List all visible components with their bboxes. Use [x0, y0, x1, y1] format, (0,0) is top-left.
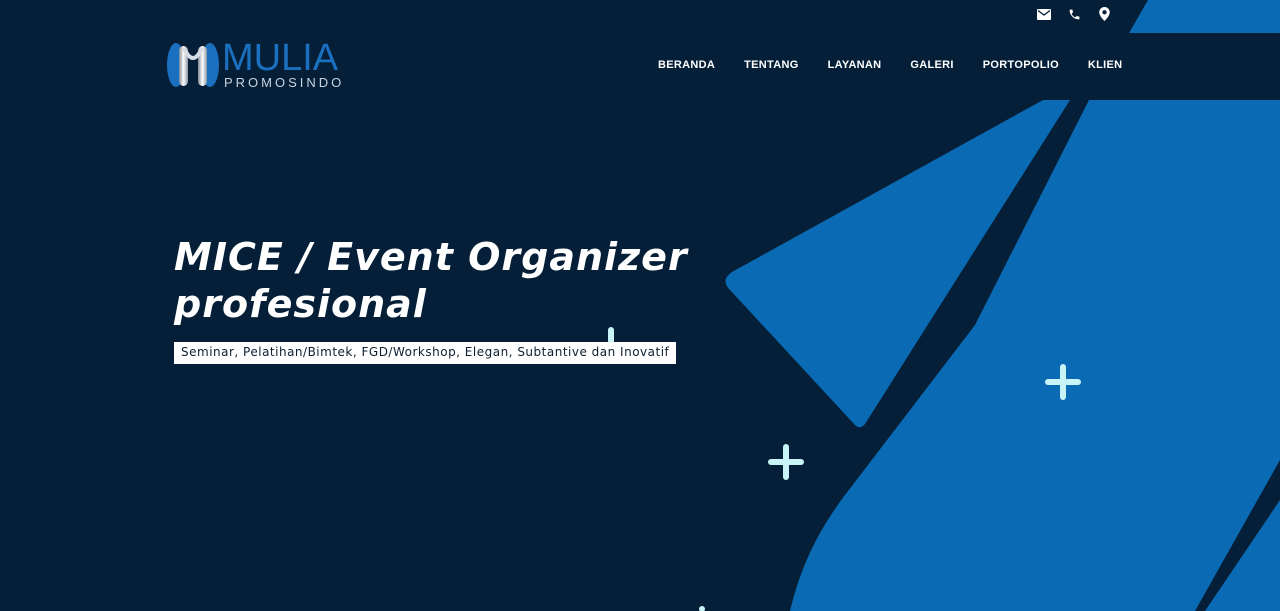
map-marker-icon[interactable]	[1096, 6, 1112, 22]
plus-icon	[768, 444, 804, 480]
brand-tagline: PROMOSINDO	[224, 75, 345, 90]
hero-subtitle: Seminar, Pelatihan/Bimtek, FGD/Workshop,…	[174, 342, 677, 364]
dot-icon	[699, 606, 705, 611]
nav-item-tentang[interactable]: TENTANG	[744, 59, 798, 71]
topbar-contact	[1036, 6, 1112, 22]
envelope-icon[interactable]	[1036, 6, 1052, 22]
logo-mark-icon	[167, 43, 219, 87]
nav-item-klien[interactable]: KLIEN	[1088, 59, 1123, 71]
corner-shape-top-right	[1129, 0, 1280, 33]
brand-name: MULIA	[222, 37, 339, 79]
nav-item-galeri[interactable]: GALERI	[910, 59, 953, 71]
phone-icon[interactable]	[1066, 6, 1082, 22]
hero-section: MICE / Event Organizer profesional Semin…	[174, 234, 694, 364]
nav-item-layanan[interactable]: LAYANAN	[828, 59, 882, 71]
nav-item-portopolio[interactable]: PORTOPOLIO	[983, 59, 1059, 71]
hero-title: MICE / Event Organizer profesional	[174, 235, 688, 326]
nav-item-beranda[interactable]: BERANDA	[658, 59, 715, 71]
brand-logo[interactable]: MULIA PROMOSINDO	[166, 37, 345, 90]
main-nav: BERANDA TENTANG LAYANAN GALERI PORTOPOLI…	[658, 59, 1122, 71]
